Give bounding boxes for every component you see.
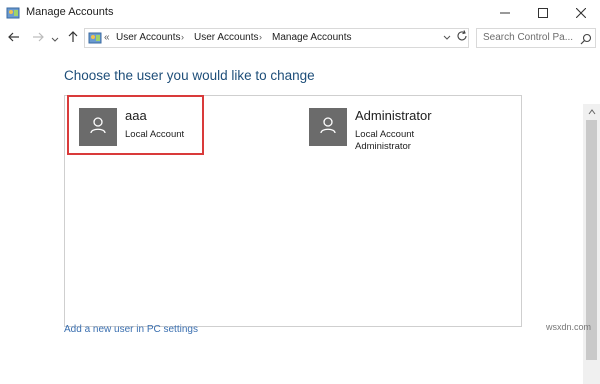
search-icon[interactable] [580,32,592,45]
breadcrumb-overflow[interactable]: « [104,32,110,43]
control-panel-icon [6,6,20,20]
maximize-button[interactable] [524,0,562,26]
refresh-icon [456,29,468,47]
vertical-scrollbar[interactable] [583,104,600,384]
user-silhouette-icon [320,116,336,139]
close-button[interactable] [562,0,600,26]
content-area: Choose the user you would like to change… [0,52,600,384]
back-button[interactable] [5,30,23,48]
user-card-administrator[interactable]: Administrator Local Account Administrato… [309,108,469,154]
address-bar[interactable]: « User Accounts › User Accounts › Manage… [84,28,469,48]
refresh-button[interactable] [455,30,469,46]
account-type: Local Account [355,129,415,140]
window-title: Manage Accounts [26,6,114,18]
title-bar: Manage Accounts [0,0,600,26]
forward-button[interactable] [29,30,47,48]
address-dropdown-button[interactable] [441,28,453,46]
search-placeholder: Search Control Pa... [483,32,574,43]
watermark: wsxdn.com [546,322,592,332]
selection-highlight [67,95,204,155]
manage-accounts-window: Manage Accounts « User Accounts › User A… [0,0,600,384]
up-arrow-icon [67,30,79,48]
breadcrumb-separator[interactable]: › [259,32,262,42]
scroll-up-button[interactable] [583,104,600,118]
chevron-down-icon [51,30,59,48]
recent-locations-button[interactable] [49,30,61,48]
search-input[interactable]: Search Control Pa... [476,28,596,48]
avatar [309,108,347,146]
chevron-down-icon [443,28,451,46]
breadcrumb-separator[interactable]: › [181,32,184,42]
user-name: Administrator [355,108,432,123]
navigation-bar: « User Accounts › User Accounts › Manage… [0,26,600,52]
add-user-link[interactable]: Add a new user in PC settings [64,324,198,335]
up-button[interactable] [64,30,82,48]
breadcrumb-user-accounts[interactable]: User Accounts [116,32,180,43]
back-arrow-icon [8,30,20,48]
control-panel-icon [88,31,102,45]
account-role: Administrator [355,141,411,152]
minimize-button[interactable] [486,0,524,26]
page-heading: Choose the user you would like to change [64,68,315,83]
breadcrumb-user-accounts-2[interactable]: User Accounts [194,32,258,43]
forward-arrow-icon [32,30,44,48]
chevron-up-icon [588,102,596,120]
breadcrumb-manage-accounts[interactable]: Manage Accounts [272,32,352,43]
